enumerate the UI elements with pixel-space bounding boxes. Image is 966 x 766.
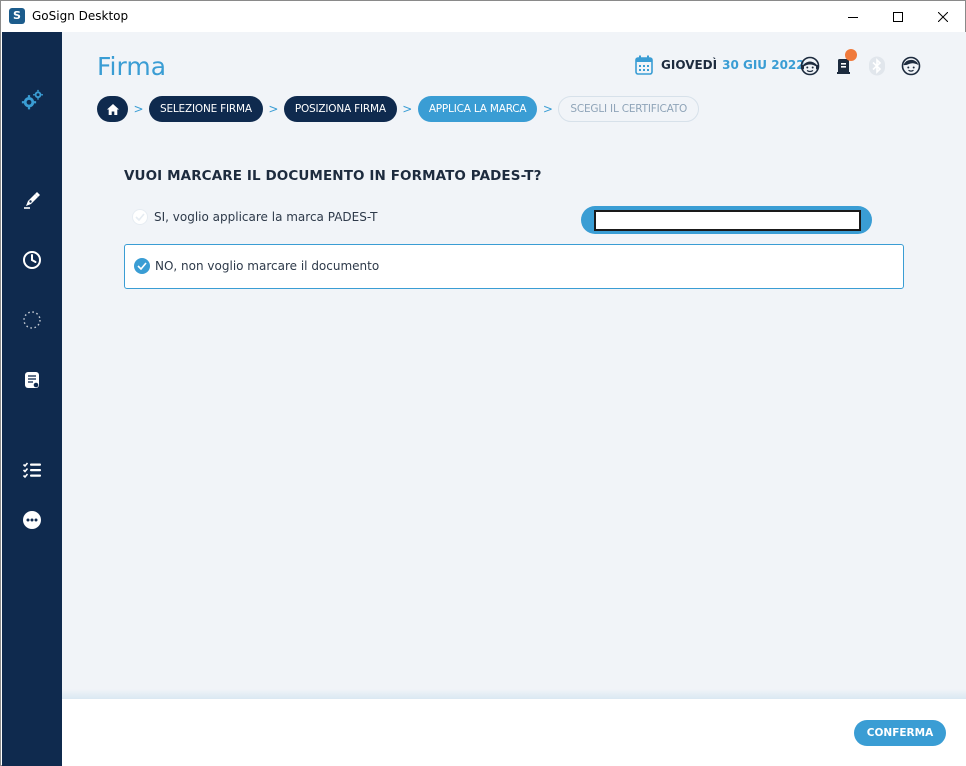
breadcrumb-separator: > (133, 102, 144, 116)
sidebar (2, 32, 62, 766)
bluetooth-icon[interactable] (866, 55, 888, 77)
check-icon (135, 213, 145, 221)
option-yes-label: SI, voglio applicare la marca PADES-T (154, 210, 378, 224)
breadcrumb-step-scegli-il-certificato[interactable]: SCEGLI IL CERTIFICATO (558, 96, 700, 122)
breadcrumb-separator: > (268, 102, 279, 116)
option-yes-radio[interactable] (132, 209, 148, 225)
window-title: GoSign Desktop (32, 9, 129, 23)
page-title: Firma (97, 52, 167, 81)
date-display: GIOVEDÌ 30 GIU 2022 (635, 54, 805, 76)
calendar-icon (635, 55, 653, 75)
app-logo-icon: S (9, 8, 25, 24)
breadcrumb-step-applica-la-marca[interactable]: APPLICA LA MARCA (417, 96, 538, 122)
breadcrumb: > SELEZIONE FIRMA > POSIZIONA FIRMA > AP… (97, 96, 700, 122)
minimize-icon (847, 16, 858, 18)
maximize-icon (892, 11, 903, 22)
breadcrumb-separator: > (542, 102, 553, 116)
confirm-button[interactable]: CONFERMA (854, 720, 946, 746)
breadcrumb-step-posiziona-firma[interactable]: POSIZIONA FIRMA (283, 96, 397, 122)
more-options-icon[interactable] (20, 508, 44, 532)
date-day: GIOVEDÌ (661, 58, 718, 72)
option-no-radio[interactable] (134, 258, 150, 274)
form-question: VUOI MARCARE IL DOCUMENTO IN FORMATO PAD… (124, 168, 542, 184)
tsa-input[interactable] (594, 210, 861, 231)
minimize-button[interactable] (830, 1, 875, 32)
notifications-icon[interactable] (833, 49, 857, 77)
support-icon[interactable] (799, 55, 821, 77)
user-avatar-icon[interactable] (900, 55, 922, 77)
tsa-field (581, 206, 872, 234)
check-icon (137, 262, 147, 270)
breadcrumb-step-selezione-firma[interactable]: SELEZIONE FIRMA (149, 96, 263, 122)
title-bar: S GoSign Desktop (1, 1, 965, 32)
maximize-button[interactable] (875, 1, 920, 32)
sign-pen-icon[interactable] (20, 188, 44, 212)
app-window: S GoSign Desktop Firma GIOVEDÌ 30 GIU 20… (0, 0, 966, 766)
settings-gears-icon[interactable] (20, 88, 44, 112)
close-button[interactable] (920, 1, 965, 32)
document-icon[interactable] (20, 368, 44, 392)
option-no-marca[interactable]: NO, non voglio marcare il documento (124, 244, 904, 289)
task-list-icon[interactable] (20, 458, 44, 482)
loading-dots-icon[interactable] (20, 308, 44, 332)
option-yes-pades-t[interactable]: SI, voglio applicare la marca PADES-T (124, 204, 904, 234)
option-no-label: NO, non voglio marcare il documento (155, 259, 380, 273)
close-icon (937, 11, 948, 22)
notification-badge (845, 49, 857, 61)
history-clock-icon[interactable] (20, 248, 44, 272)
home-icon (106, 103, 119, 115)
breadcrumb-separator: > (402, 102, 413, 116)
main-content: Firma GIOVEDÌ 30 GIU 2022 > SELEZIONE FI… (62, 32, 966, 699)
footer: CONFERMA (62, 699, 966, 766)
date-value: 30 GIU 2022 (722, 58, 805, 72)
breadcrumb-home[interactable] (97, 96, 128, 122)
